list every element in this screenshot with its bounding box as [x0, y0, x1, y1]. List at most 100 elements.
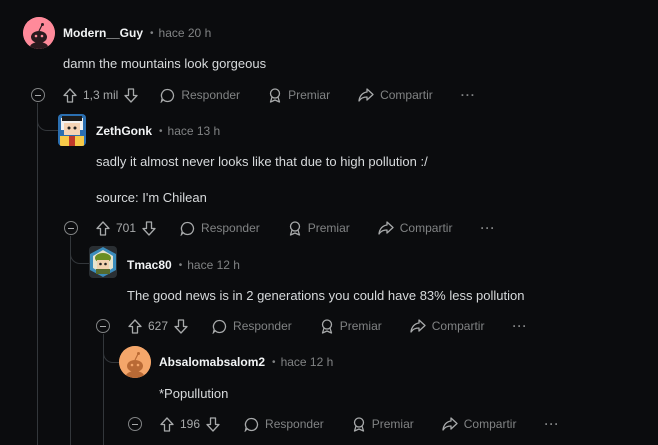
share-label: Compartir: [380, 88, 433, 102]
separator-dot: •: [272, 356, 276, 368]
username[interactable]: Absalomabsalom2: [159, 355, 265, 369]
comment-text: The good news is in 2 generations you co…: [127, 288, 525, 303]
share-button[interactable]: Compartir: [358, 88, 433, 102]
custom-avatar-icon: [58, 114, 86, 146]
thread-line[interactable]: [37, 103, 38, 445]
thread-connector: [70, 236, 89, 264]
more-options-button[interactable]: ···: [512, 319, 527, 333]
comment-text: damn the mountains look gorgeous: [63, 56, 267, 71]
username[interactable]: Tmac80: [127, 258, 172, 272]
downvote-arrow-icon: [206, 416, 220, 432]
reply-button[interactable]: Responder: [244, 417, 324, 432]
thread-line[interactable]: [70, 236, 71, 445]
separator-dot: •: [159, 125, 163, 137]
award-label: Premiar: [307, 221, 350, 235]
comment-actions: 1,3 mil Responder Premiar Compartir ···: [31, 85, 476, 105]
reply-button[interactable]: Responder: [180, 221, 260, 236]
downvote-button[interactable]: [142, 220, 156, 236]
upvote-arrow-icon: [96, 220, 110, 236]
collapse-thread-button[interactable]: [128, 417, 142, 431]
collapse-thread-button[interactable]: [96, 319, 110, 333]
award-button[interactable]: Premiar: [268, 87, 331, 103]
downvote-arrow-icon: [124, 87, 138, 103]
downvote-arrow-icon: [142, 220, 156, 236]
share-button[interactable]: Compartir: [378, 221, 453, 235]
award-ribbon-icon: [289, 220, 300, 236]
award-button[interactable]: Premiar: [288, 220, 350, 236]
thread-connector: [37, 103, 59, 131]
share-label: Compartir: [431, 319, 485, 333]
share-label: Compartir: [399, 221, 453, 235]
award-ribbon-icon: [269, 87, 281, 103]
speech-bubble-icon: [180, 221, 195, 236]
reply-button[interactable]: Responder: [160, 88, 240, 103]
downvote-button[interactable]: [124, 87, 138, 103]
reply-label: Responder: [233, 319, 292, 333]
avatar[interactable]: [89, 246, 117, 278]
comment-meta: Modern__Guy • hace 20 h: [63, 24, 211, 42]
thread-connector: [103, 334, 120, 363]
comment-text: source: I'm Chilean: [96, 190, 207, 205]
timestamp[interactable]: hace 12 h: [281, 355, 334, 369]
upvote-button[interactable]: [63, 87, 77, 103]
reply-label: Responder: [181, 88, 241, 102]
vote-count: 627: [148, 319, 169, 333]
share-arrow-icon: [410, 319, 426, 333]
upvote-button[interactable]: [128, 318, 142, 334]
share-button[interactable]: Compartir: [442, 417, 517, 431]
comment-text: sadly it almost never looks like that du…: [96, 154, 428, 169]
award-button[interactable]: Premiar: [320, 318, 382, 334]
share-arrow-icon: [378, 221, 394, 235]
award-button[interactable]: Premiar: [352, 416, 414, 432]
upvote-button[interactable]: [96, 220, 110, 236]
reply-button[interactable]: Responder: [212, 319, 292, 334]
collapse-thread-button[interactable]: [31, 88, 45, 102]
reply-label: Responder: [265, 417, 324, 431]
avatar[interactable]: [58, 114, 86, 146]
more-options-button[interactable]: ···: [544, 417, 559, 431]
comment-actions: 627 Responder Premiar Compartir ···: [96, 316, 527, 336]
share-button[interactable]: Compartir: [410, 319, 485, 333]
comment-text: *Popullution: [159, 386, 229, 401]
share-label: Compartir: [463, 417, 517, 431]
avatar[interactable]: [119, 346, 151, 378]
separator-dot: •: [150, 27, 154, 39]
username[interactable]: Modern__Guy: [63, 26, 143, 40]
comment-meta: Tmac80 • hace 12 h: [127, 256, 240, 274]
upvote-arrow-icon: [63, 87, 77, 103]
share-arrow-icon: [442, 417, 458, 431]
timestamp[interactable]: hace 13 h: [168, 124, 221, 138]
more-options-button[interactable]: ···: [461, 88, 476, 102]
speech-bubble-icon: [244, 417, 259, 432]
upvote-button[interactable]: [160, 416, 174, 432]
comment-meta: Absalomabsalom2 • hace 12 h: [159, 353, 333, 371]
avatar[interactable]: [23, 17, 55, 49]
speech-bubble-icon: [212, 319, 227, 334]
downvote-button[interactable]: [206, 416, 220, 432]
collapse-thread-button[interactable]: [64, 221, 78, 235]
upvote-arrow-icon: [160, 416, 174, 432]
reply-label: Responder: [201, 221, 260, 235]
username[interactable]: ZethGonk: [96, 124, 152, 138]
downvote-arrow-icon: [174, 318, 188, 334]
snoo-avatar-icon: [23, 17, 55, 49]
upvote-arrow-icon: [128, 318, 142, 334]
award-label: Premiar: [371, 417, 414, 431]
share-arrow-icon: [358, 88, 374, 102]
timestamp[interactable]: hace 12 h: [187, 258, 240, 272]
separator-dot: •: [178, 259, 183, 271]
snoo-avatar-icon: [119, 346, 151, 378]
custom-avatar-icon: [90, 247, 116, 277]
more-options-button[interactable]: ···: [480, 221, 495, 235]
award-ribbon-icon: [353, 416, 364, 432]
vote-count: 701: [116, 221, 137, 235]
vote-count: 196: [180, 417, 201, 431]
comment-actions: 701 Responder Premiar Compartir ···: [64, 218, 495, 238]
timestamp[interactable]: hace 20 h: [159, 26, 212, 40]
award-label: Premiar: [288, 88, 331, 102]
award-label: Premiar: [339, 319, 382, 333]
downvote-button[interactable]: [174, 318, 188, 334]
speech-bubble-icon: [160, 88, 175, 103]
comment-meta: ZethGonk • hace 13 h: [96, 122, 220, 140]
comment-actions: 196 Responder Premiar Compartir ···: [128, 414, 559, 434]
